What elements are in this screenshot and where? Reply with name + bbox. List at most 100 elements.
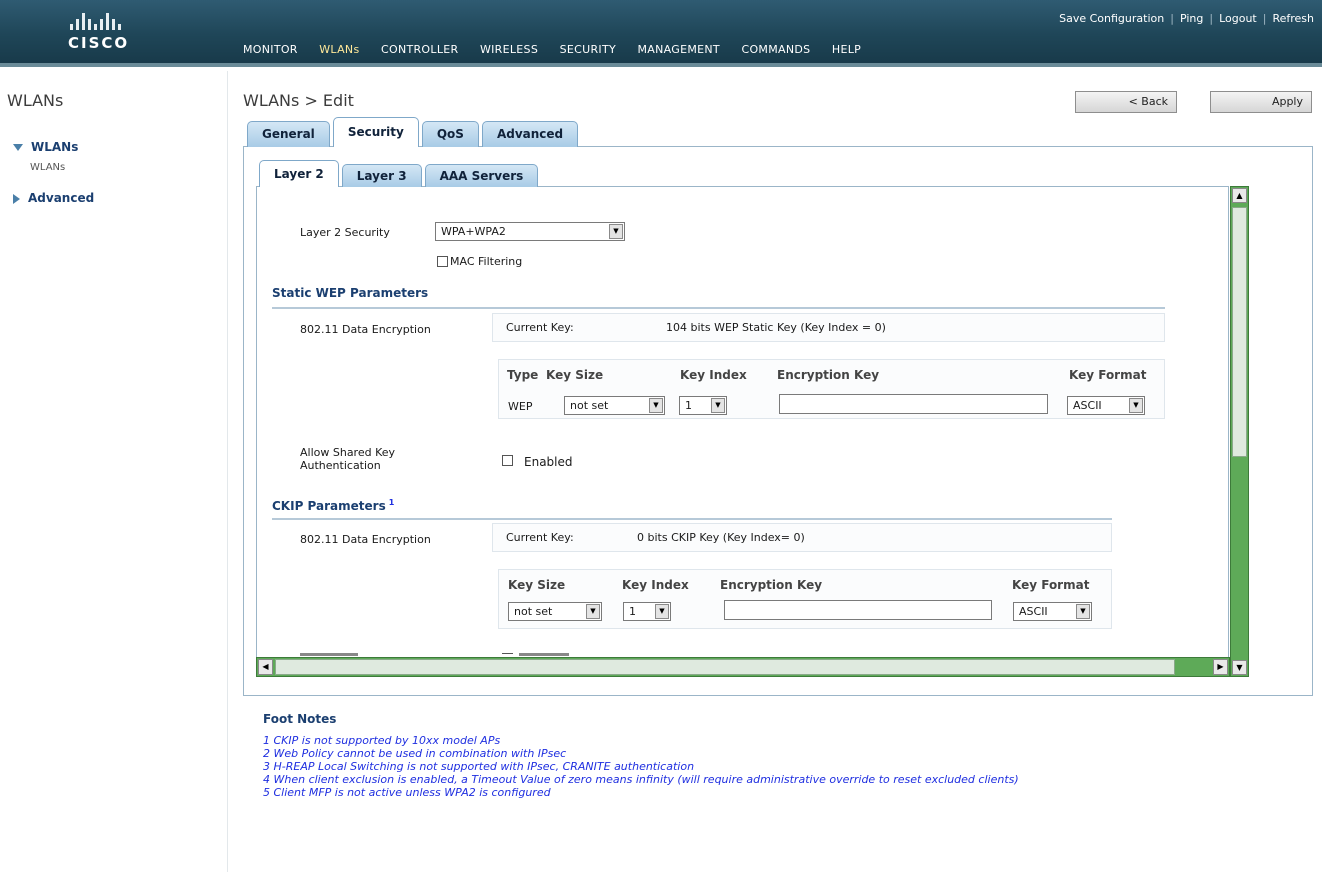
footnotes-title: Foot Notes xyxy=(263,712,337,726)
horizontal-scrollbar[interactable]: ◀ ▶ xyxy=(256,657,1230,677)
cisco-logo-bars-icon xyxy=(70,10,158,30)
divider: | xyxy=(1209,12,1214,25)
scroll-right-icon[interactable]: ▶ xyxy=(1213,659,1228,675)
ckip-key-format-select[interactable]: ASCII ▼ xyxy=(1013,602,1092,621)
wep-col-encryption-key: Encryption Key xyxy=(777,368,880,382)
wep-current-key-label: Current Key: xyxy=(506,321,574,334)
ckip-current-key-label: Current Key: xyxy=(506,531,574,544)
sidebar-title: WLANs xyxy=(7,91,64,110)
tab-layer3[interactable]: Layer 3 xyxy=(341,164,422,187)
chevron-down-icon: ▼ xyxy=(711,398,725,413)
back-button[interactable]: < Back xyxy=(1075,91,1177,113)
logout-link[interactable]: Logout xyxy=(1219,12,1257,25)
footnote: 2 Web Policy cannot be used in combinati… xyxy=(263,747,567,760)
wep-key-size-select[interactable]: not set ▼ xyxy=(564,396,665,415)
select-value: ASCII xyxy=(1019,605,1048,618)
wep-key-index-select[interactable]: 1 ▼ xyxy=(679,396,727,415)
scroll-up-icon[interactable]: ▲ xyxy=(1232,188,1247,203)
clipped-row-value xyxy=(519,653,569,656)
sidebar-item-label: Advanced xyxy=(28,191,95,205)
tab-layer2[interactable]: Layer 2 xyxy=(259,160,339,187)
nav-management[interactable]: MANAGEMENT xyxy=(638,43,720,56)
wep-encryption-key-input[interactable] xyxy=(779,394,1048,414)
footnotes: Foot Notes 1 CKIP is not supported by 10… xyxy=(263,712,1019,799)
tab-aaa-servers[interactable]: AAA Servers xyxy=(424,164,539,187)
nav-commands[interactable]: COMMANDS xyxy=(741,43,810,56)
static-wep-heading: Static WEP Parameters xyxy=(272,286,429,300)
sidebar-subitem-wlans[interactable]: WLANs xyxy=(30,162,65,173)
shared-key-label-line1: Allow Shared Key xyxy=(300,446,396,459)
wep-data-encryption-label: 802.11 Data Encryption xyxy=(300,323,431,336)
ping-link[interactable]: Ping xyxy=(1180,12,1203,25)
sidebar: WLANs WLANs WLANs Advanced xyxy=(0,71,228,872)
mac-filtering-label: MAC Filtering xyxy=(450,255,523,268)
mac-filtering-checkbox[interactable] xyxy=(437,256,448,267)
main-tabs: General Security QoS Advanced xyxy=(247,117,581,147)
main-nav: MONITOR WLANs CONTROLLER WIRELESS SECURI… xyxy=(243,43,879,56)
divider xyxy=(272,307,1165,309)
cisco-logo-text: CISCO xyxy=(68,34,130,52)
ckip-col-key-index: Key Index xyxy=(622,578,689,592)
divider xyxy=(272,518,1112,520)
select-value: WPA+WPA2 xyxy=(441,225,506,238)
ckip-current-key-value: 0 bits CKIP Key (Key Index= 0) xyxy=(637,531,805,544)
nav-wlans[interactable]: WLANs xyxy=(319,43,359,56)
nav-security[interactable]: SECURITY xyxy=(560,43,616,56)
wep-key-format-select[interactable]: ASCII ▼ xyxy=(1067,396,1145,415)
layer2-panel: Layer 2 Security WPA+WPA2 ▼ MAC Filterin… xyxy=(256,186,1229,677)
tab-general[interactable]: General xyxy=(247,121,330,147)
clipped-checkbox xyxy=(502,653,513,656)
select-value: not set xyxy=(514,605,553,618)
apply-button[interactable]: Apply xyxy=(1210,91,1312,113)
wep-col-key-size: Key Size xyxy=(546,368,604,382)
nav-controller[interactable]: CONTROLLER xyxy=(381,43,458,56)
tab-security[interactable]: Security xyxy=(332,117,419,147)
footnote: 1 CKIP is not supported by 10xx model AP… xyxy=(263,734,501,747)
chevron-down-icon: ▼ xyxy=(1076,604,1090,619)
scroll-down-icon[interactable]: ▼ xyxy=(1232,660,1247,675)
footnote: 5 Client MFP is not active unless WPA2 i… xyxy=(263,786,551,799)
vertical-scrollbar[interactable]: ▲ ▼ xyxy=(1230,186,1249,677)
ckip-col-key-format: Key Format xyxy=(1012,578,1090,592)
save-configuration-link[interactable]: Save Configuration xyxy=(1059,12,1164,25)
wep-current-key-value: 104 bits WEP Static Key (Key Index = 0) xyxy=(666,321,886,334)
expand-right-icon xyxy=(13,193,20,204)
chevron-down-icon: ▼ xyxy=(649,398,663,413)
nav-monitor[interactable]: MONITOR xyxy=(243,43,298,56)
tab-advanced[interactable]: Advanced xyxy=(481,121,579,147)
scrollbar-thumb[interactable] xyxy=(275,659,1175,675)
layer-tabs: Layer 2 Layer 3 AAA Servers xyxy=(259,160,541,187)
footnote-ref-link[interactable]: 1 xyxy=(389,498,395,507)
sidebar-item-advanced[interactable]: Advanced xyxy=(13,191,94,205)
scroll-left-icon[interactable]: ◀ xyxy=(258,659,273,675)
wep-col-key-index: Key Index xyxy=(680,368,747,382)
sidebar-item-label: WLANs xyxy=(31,140,79,154)
expand-down-icon xyxy=(13,144,23,151)
header-bar: CISCO Save Configuration | Ping | Logout | Ref… xyxy=(0,0,1322,67)
ckip-encryption-key-input[interactable] xyxy=(724,600,992,620)
cisco-logo: CISCO xyxy=(68,10,158,60)
ckip-col-key-size: Key Size xyxy=(508,578,566,592)
nav-help[interactable]: HELP xyxy=(832,43,861,56)
layer2-security-select[interactable]: WPA+WPA2 ▼ xyxy=(435,222,625,241)
utility-links: Save Configuration | Ping | Logout | Refresh xyxy=(1059,12,1314,25)
select-value: not set xyxy=(570,399,609,412)
nav-wireless[interactable]: WIRELESS xyxy=(480,43,538,56)
ckip-key-index-select[interactable]: 1 ▼ xyxy=(623,602,671,621)
shared-key-label-line2: Authentication xyxy=(300,459,381,472)
scrollbar-thumb[interactable] xyxy=(1232,207,1247,457)
layer2-security-label: Layer 2 Security xyxy=(300,226,390,239)
ckip-key-size-select[interactable]: not set ▼ xyxy=(508,602,602,621)
wep-type-value: WEP xyxy=(508,400,533,413)
sidebar-item-wlans[interactable]: WLANs xyxy=(13,140,78,154)
tab-qos[interactable]: QoS xyxy=(421,121,479,147)
chevron-down-icon: ▼ xyxy=(609,224,623,239)
page-title: WLANs > Edit xyxy=(243,91,354,110)
shared-key-enabled-checkbox[interactable] xyxy=(502,455,513,466)
shared-key-label: Allow Shared Key Authentication xyxy=(300,446,395,472)
footnote: 4 When client exclusion is enabled, a Ti… xyxy=(263,773,1019,786)
chevron-down-icon: ▼ xyxy=(655,604,669,619)
refresh-link[interactable]: Refresh xyxy=(1272,12,1314,25)
ckip-col-encryption-key: Encryption Key xyxy=(720,578,823,592)
wep-col-type: Type xyxy=(507,368,539,382)
